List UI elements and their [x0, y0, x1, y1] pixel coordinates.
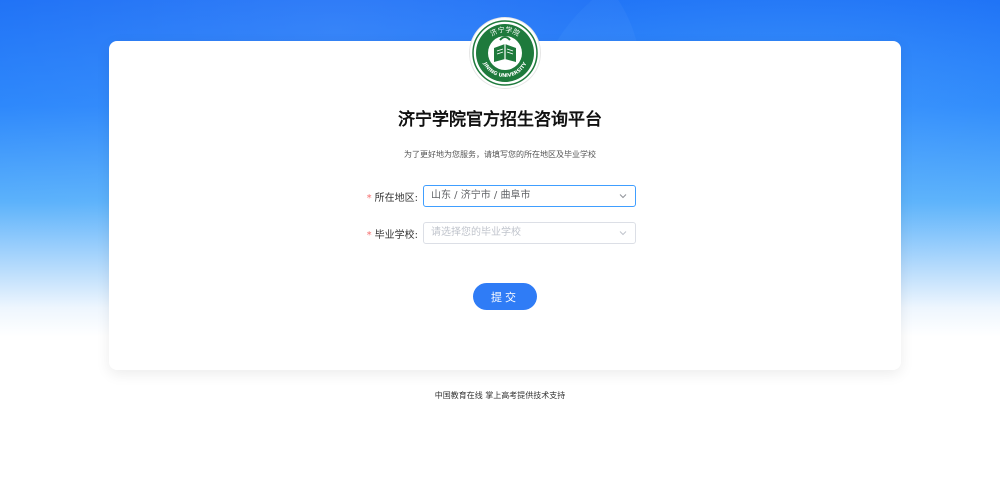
- jining-university-seal-icon: 济宁学院 JINING UNIVERSITY: [472, 20, 538, 86]
- region-label-text: 所在地区:: [374, 192, 418, 204]
- university-logo: 济宁学院 JINING UNIVERSITY: [470, 18, 540, 88]
- footer-credit: 中国教育在线 掌上高考提供技术支持: [434, 391, 566, 400]
- required-mark: *: [366, 192, 372, 204]
- chevron-down-icon: [619, 231, 627, 236]
- page-subtitle: 为了更好地为您服务，请填写您的所在地区及毕业学校: [404, 150, 596, 159]
- chevron-down-icon: [619, 194, 627, 199]
- region-field-row: * 所在地区: 山东 / 济宁市 / 曲阜市: [360, 185, 636, 207]
- region-select[interactable]: 山东 / 济宁市 / 曲阜市: [423, 185, 636, 207]
- page: 济宁学院 JINING UNIVERSITY 济宁学院官方招生咨询平台 为了更好…: [0, 0, 1000, 481]
- region-label: * 所在地区:: [360, 189, 423, 204]
- required-mark: *: [366, 229, 372, 241]
- page-title: 济宁学院官方招生咨询平台: [398, 110, 602, 130]
- region-select-value: 山东 / 济宁市 / 曲阜市: [431, 190, 531, 201]
- school-select[interactable]: 请选择您的毕业学校: [423, 222, 636, 244]
- school-label-text: 毕业学校:: [374, 229, 418, 241]
- submit-button[interactable]: 提交: [473, 283, 537, 310]
- school-label: * 毕业学校:: [360, 226, 423, 241]
- school-select-placeholder: 请选择您的毕业学校: [431, 227, 521, 238]
- school-field-row: * 毕业学校: 请选择您的毕业学校: [360, 222, 636, 244]
